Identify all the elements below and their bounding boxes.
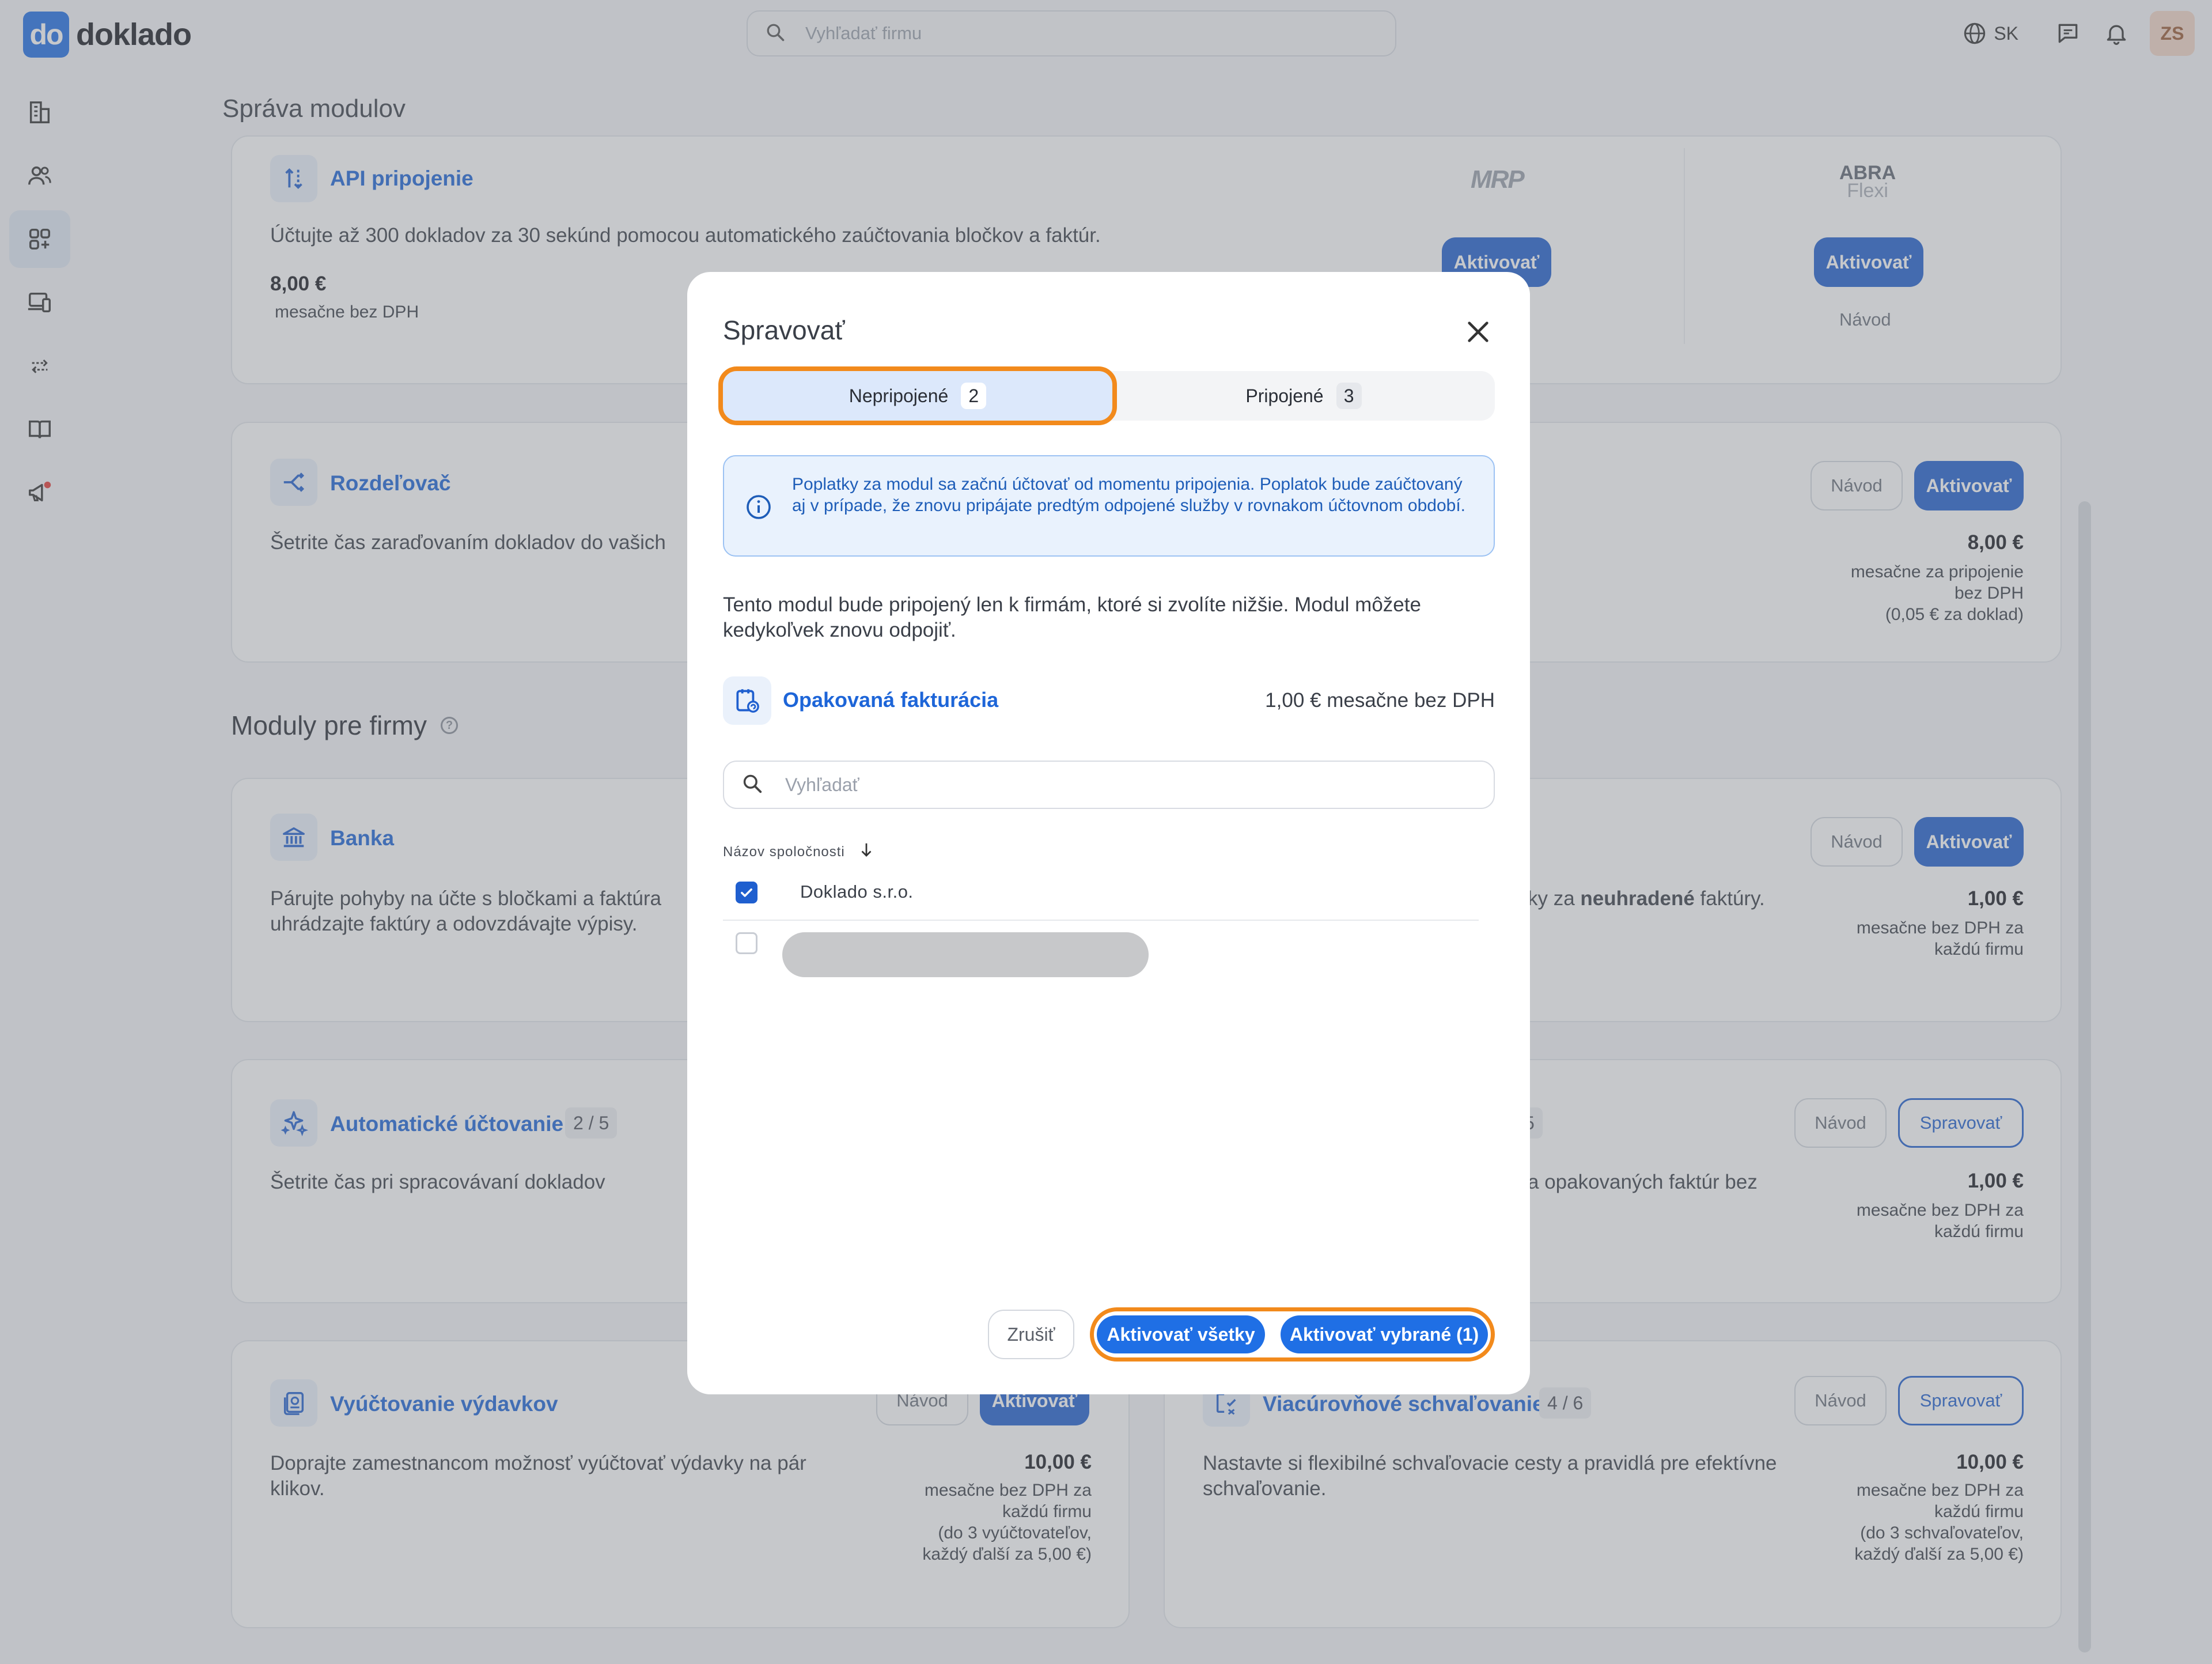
activate-selected-button[interactable]: Aktivovať vybrané (1) xyxy=(1281,1315,1488,1353)
module-name: Opakovaná fakturácia xyxy=(783,688,999,712)
tab-count: 3 xyxy=(1336,383,1362,409)
company-name: Doklado s.r.o. xyxy=(800,882,914,902)
table-row[interactable]: Doklado s.r.o. xyxy=(723,865,1479,921)
column-header-company-name[interactable]: Názov spoločnosti xyxy=(723,841,875,863)
cancel-button[interactable]: Zrušiť xyxy=(988,1310,1074,1359)
module-price: 1,00 € mesačne bez DPH xyxy=(1265,689,1495,712)
tab-not-connected[interactable]: Nepripojené 2 xyxy=(718,366,1117,425)
column-header-label: Názov spoločnosti xyxy=(723,844,845,860)
search-placeholder: Vyhľadať xyxy=(785,774,859,795)
modal-tabs: Nepripojené 2 Pripojené 3 xyxy=(718,366,1495,425)
tab-connected[interactable]: Pripojené 3 xyxy=(1112,371,1495,421)
info-text: Poplatky za modul sa začnú účtovať od mo… xyxy=(792,475,1466,515)
activate-actions-group: Aktivovať všetky Aktivovať vybrané (1) xyxy=(1090,1307,1495,1362)
search-icon xyxy=(741,773,763,797)
manage-modal: Spravovať Nepripojené 2 Pripojené 3 Popl… xyxy=(687,272,1530,1394)
table-row[interactable] xyxy=(723,922,1479,977)
modal-description: Tento modul bude pripojený len k firmám,… xyxy=(723,593,1421,641)
tab-count: 2 xyxy=(961,383,987,409)
sort-down-icon xyxy=(858,841,875,863)
row-checkbox[interactable] xyxy=(736,882,757,903)
module-summary: Opakovaná fakturácia 1,00 € mesačne bez … xyxy=(723,676,1495,725)
info-alert: Poplatky za modul sa začnú účtovať od mo… xyxy=(723,455,1495,557)
check-icon xyxy=(741,888,752,897)
redacted-company-name xyxy=(782,932,1149,977)
activate-all-button[interactable]: Aktivovať všetky xyxy=(1097,1315,1265,1353)
tab-label: Nepripojené xyxy=(849,385,949,406)
tab-label: Pripojené xyxy=(1245,385,1324,406)
modal-title: Spravovať xyxy=(723,315,845,345)
row-checkbox[interactable] xyxy=(736,932,757,954)
close-icon[interactable] xyxy=(1461,315,1495,349)
company-filter-input[interactable]: Vyhľadať xyxy=(723,761,1495,809)
recurring-invoice-icon xyxy=(723,676,771,725)
info-icon xyxy=(745,493,772,524)
